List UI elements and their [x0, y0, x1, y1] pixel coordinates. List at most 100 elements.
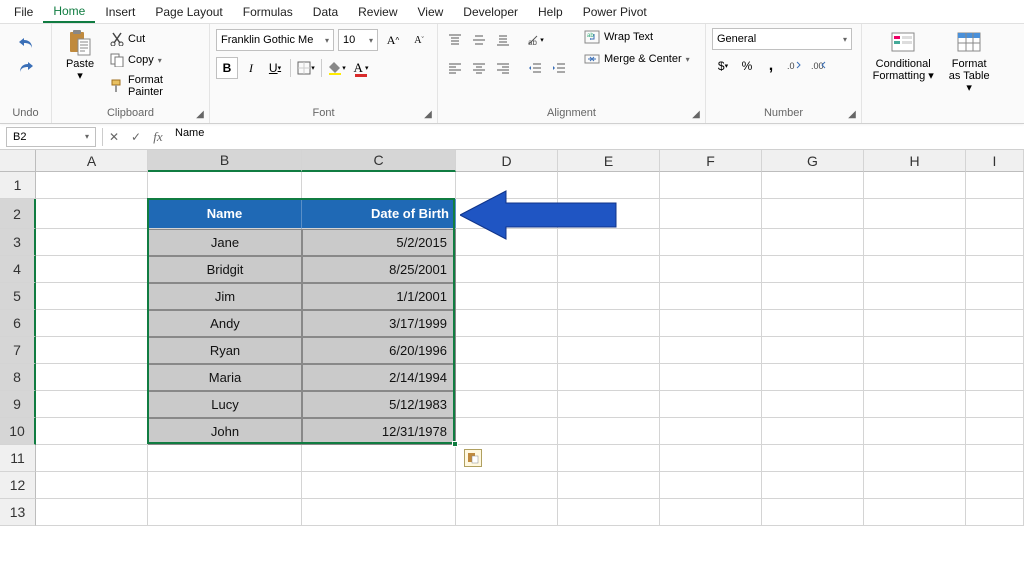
- cell-G11[interactable]: [762, 445, 864, 472]
- cell-A9[interactable]: [36, 391, 148, 418]
- underline-button[interactable]: U ▾: [264, 57, 286, 79]
- cell-B5[interactable]: Jim: [148, 283, 302, 310]
- cell-F7[interactable]: [660, 337, 762, 364]
- alignment-dialog-launcher[interactable]: ◢: [690, 108, 702, 120]
- cell-A7[interactable]: [36, 337, 148, 364]
- cell-F3[interactable]: [660, 229, 762, 256]
- cancel-formula-button[interactable]: ✕: [103, 127, 125, 147]
- menu-page-layout[interactable]: Page Layout: [145, 2, 232, 22]
- cell-G5[interactable]: [762, 283, 864, 310]
- cell-H13[interactable]: [864, 499, 966, 526]
- menu-view[interactable]: View: [408, 2, 454, 22]
- cell-A10[interactable]: [36, 418, 148, 445]
- cell-I10[interactable]: [966, 418, 1024, 445]
- wrap-text-button[interactable]: ab Wrap Text: [580, 28, 694, 46]
- enter-formula-button[interactable]: ✓: [125, 127, 147, 147]
- cell-B6[interactable]: Andy: [148, 310, 302, 337]
- cell-G10[interactable]: [762, 418, 864, 445]
- cell-A5[interactable]: [36, 283, 148, 310]
- cell-H2[interactable]: [864, 199, 966, 229]
- cell-F5[interactable]: [660, 283, 762, 310]
- cell-H11[interactable]: [864, 445, 966, 472]
- cell-F11[interactable]: [660, 445, 762, 472]
- cell-I2[interactable]: [966, 199, 1024, 229]
- col-header-H[interactable]: H: [864, 150, 966, 172]
- cell-I7[interactable]: [966, 337, 1024, 364]
- cell-G3[interactable]: [762, 229, 864, 256]
- row-header-6[interactable]: 6: [0, 310, 36, 337]
- row-header-3[interactable]: 3: [0, 229, 36, 256]
- cell-D3[interactable]: [456, 229, 558, 256]
- cell-I1[interactable]: [966, 172, 1024, 199]
- col-header-G[interactable]: G: [762, 150, 864, 172]
- cell-F2[interactable]: [660, 199, 762, 229]
- paste-button[interactable]: Paste ▾: [58, 28, 102, 84]
- cell-C13[interactable]: [302, 499, 456, 526]
- cell-H7[interactable]: [864, 337, 966, 364]
- decrease-indent-button[interactable]: [524, 57, 546, 79]
- cell-B11[interactable]: [148, 445, 302, 472]
- cell-G1[interactable]: [762, 172, 864, 199]
- cell-F4[interactable]: [660, 256, 762, 283]
- fill-handle[interactable]: [452, 441, 458, 447]
- cell-H5[interactable]: [864, 283, 966, 310]
- cell-I5[interactable]: [966, 283, 1024, 310]
- menu-powerpivot[interactable]: Power Pivot: [573, 2, 657, 22]
- cell-I9[interactable]: [966, 391, 1024, 418]
- row-header-2[interactable]: 2: [0, 199, 36, 229]
- menu-insert[interactable]: Insert: [95, 2, 145, 22]
- cell-A3[interactable]: [36, 229, 148, 256]
- cell-A13[interactable]: [36, 499, 148, 526]
- cell-C12[interactable]: [302, 472, 456, 499]
- cell-E5[interactable]: [558, 283, 660, 310]
- col-header-F[interactable]: F: [660, 150, 762, 172]
- col-header-E[interactable]: E: [558, 150, 660, 172]
- accounting-format-button[interactable]: $ ▾: [712, 55, 734, 77]
- cell-H10[interactable]: [864, 418, 966, 445]
- cell-D9[interactable]: [456, 391, 558, 418]
- cell-D2[interactable]: [456, 199, 558, 229]
- cell-F1[interactable]: [660, 172, 762, 199]
- cell-E10[interactable]: [558, 418, 660, 445]
- cell-B10[interactable]: John: [148, 418, 302, 445]
- cell-G2[interactable]: [762, 199, 864, 229]
- cell-D7[interactable]: [456, 337, 558, 364]
- row-header-5[interactable]: 5: [0, 283, 36, 310]
- cell-B9[interactable]: Lucy: [148, 391, 302, 418]
- cell-D6[interactable]: [456, 310, 558, 337]
- cell-G13[interactable]: [762, 499, 864, 526]
- cell-E2[interactable]: [558, 199, 660, 229]
- cell-E3[interactable]: [558, 229, 660, 256]
- conditional-formatting-button[interactable]: Conditional Formatting ▾: [868, 28, 938, 84]
- cell-A1[interactable]: [36, 172, 148, 199]
- clipboard-dialog-launcher[interactable]: ◢: [194, 108, 206, 120]
- cell-C8[interactable]: 2/14/1994: [302, 364, 456, 391]
- cell-H4[interactable]: [864, 256, 966, 283]
- cell-F10[interactable]: [660, 418, 762, 445]
- number-format-combo[interactable]: General▾: [712, 28, 852, 50]
- cell-G6[interactable]: [762, 310, 864, 337]
- menu-review[interactable]: Review: [348, 2, 407, 22]
- cell-F9[interactable]: [660, 391, 762, 418]
- number-dialog-launcher[interactable]: ◢: [846, 108, 858, 120]
- cell-E9[interactable]: [558, 391, 660, 418]
- fill-color-button[interactable]: ▾: [326, 57, 348, 79]
- row-header-1[interactable]: 1: [0, 172, 36, 199]
- orientation-button[interactable]: ab▾: [524, 29, 546, 51]
- format-painter-button[interactable]: Format Painter: [106, 72, 203, 100]
- italic-button[interactable]: I: [240, 57, 262, 79]
- cell-I11[interactable]: [966, 445, 1024, 472]
- row-header-7[interactable]: 7: [0, 337, 36, 364]
- menu-file[interactable]: File: [4, 2, 43, 22]
- cell-B4[interactable]: Bridgit: [148, 256, 302, 283]
- cell-E13[interactable]: [558, 499, 660, 526]
- align-center-button[interactable]: [468, 57, 490, 79]
- format-as-table-button[interactable]: Format as Table ▾: [942, 28, 996, 96]
- cell-C10[interactable]: 12/31/1978: [302, 418, 456, 445]
- cell-I8[interactable]: [966, 364, 1024, 391]
- decrease-font-button[interactable]: Aˇ: [408, 29, 430, 51]
- cell-E7[interactable]: [558, 337, 660, 364]
- cell-C2[interactable]: Date of Birth: [302, 199, 456, 229]
- cell-E12[interactable]: [558, 472, 660, 499]
- cell-B1[interactable]: [148, 172, 302, 199]
